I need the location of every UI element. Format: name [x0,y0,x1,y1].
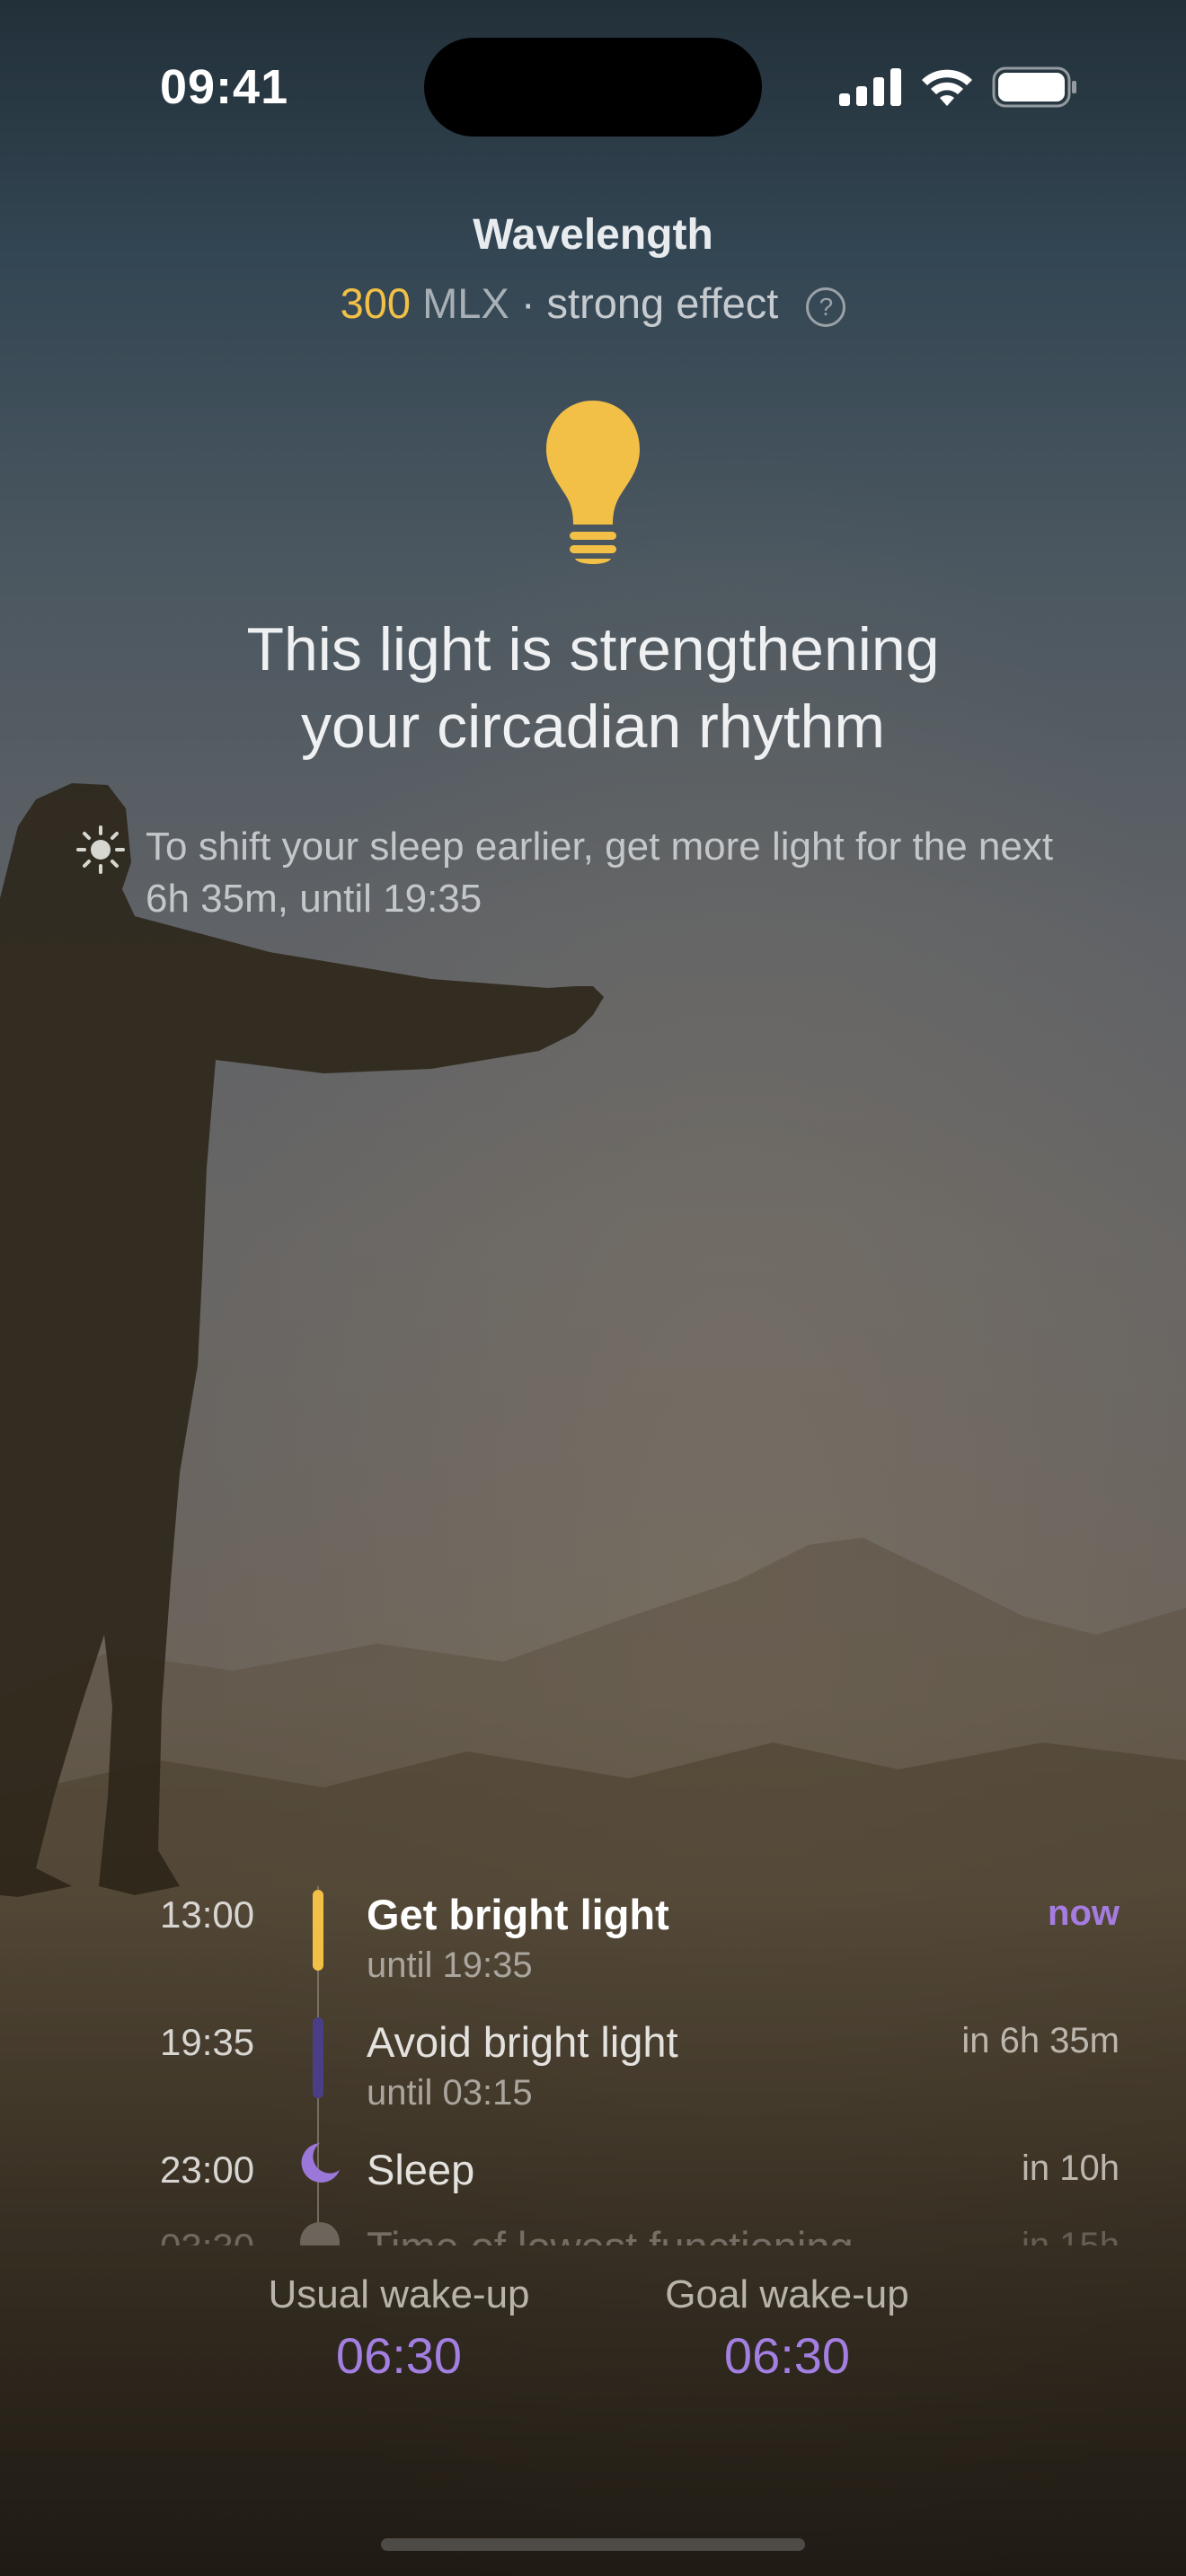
timeline-subtitle: until 03:15 [367,2073,533,2113]
timeline-relative: in 6h 35m [961,2021,1120,2060]
usual-wake-up-label: Usual wake-up [268,2272,530,2316]
signal-icon [839,68,901,106]
timeline-row-sleep[interactable]: 23:00 Sleep in 10h [0,2132,1186,2213]
timeline-relative: in 10h [1022,2148,1120,2188]
mlx-value: 300 [340,279,412,327]
status-time: 09:41 [160,60,289,114]
timeline-subtitle: until 19:35 [367,1945,533,1985]
headline-line-1: This light is strengthening [246,615,940,684]
light-intensity-summary: 300 MLX · strong effect ? [0,278,1186,328]
timeline-time: 13:00 [160,1893,255,1936]
battery-icon [992,66,1076,108]
timeline-row-lowest-functioning[interactable]: 03:30 Time of lowest functioning in 15h [0,2210,1186,2245]
timeline-relative: now [1048,1893,1120,1933]
timeline-relative: in 15h [1022,2226,1120,2245]
shift-hint: To shift your sleep earlier, get more li… [146,825,1054,921]
usual-wake-up[interactable]: Usual wake-up 06:30 [237,2272,561,2389]
timeline-time: 03:30 [160,2226,295,2245]
goal-wake-up-label: Goal wake-up [665,2272,909,2316]
headline: This light is strengthening your circadi… [0,611,1186,765]
timeline: 13:00 Get bright light until 19:35 now 1… [0,1877,1186,2245]
usual-wake-up-value: 06:30 [335,2327,463,2384]
timeline-title: Avoid bright light [367,2018,678,2066]
wifi-icon [922,69,972,106]
timeline-title: Sleep [367,2146,475,2193]
help-icon[interactable]: ? [806,287,846,327]
timeline-row-avoid-light[interactable]: 19:35 Avoid bright light until 03:15 in … [0,2005,1186,2130]
home-indicator[interactable] [381,2538,805,2551]
goal-wake-up[interactable]: Goal wake-up 06:30 [625,2272,949,2389]
sun-icon [76,825,125,874]
mlx-unit: MLX [422,279,509,327]
timeline-row-bright-light[interactable]: 13:00 Get bright light until 19:35 now [0,1877,1186,2003]
lightbulb-icon [546,401,640,564]
timeline-title: Get bright light [367,1891,669,1938]
effect-label: · strong effect [520,279,779,327]
app-title: Wavelength [473,211,713,259]
headline-line-2: your circadian rhythm [300,693,886,761]
timeline-time: 23:00 [160,2148,255,2191]
timeline-title: Time of lowest functioning [367,2222,854,2245]
goal-wake-up-value: 06:30 [723,2327,851,2384]
dynamic-island [424,38,762,137]
timeline-time: 19:35 [160,2021,255,2063]
